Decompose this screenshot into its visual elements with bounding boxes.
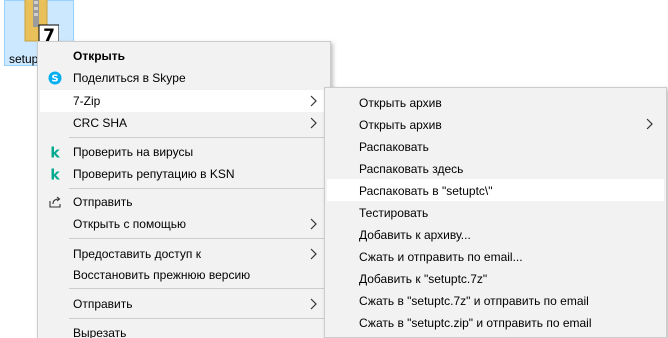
share-icon xyxy=(48,195,62,209)
menu-item-check-ksn[interactable]: k Проверить репутацию в KSN xyxy=(40,163,328,185)
submenu-item-extract-to-folder[interactable]: Распаковать в "setuptc\" xyxy=(327,179,664,201)
submenu-item-label: Распаковать здесь xyxy=(359,162,464,176)
context-menu: Открыть S Поделиться в Skype 7-Zip CRC S… xyxy=(37,41,331,338)
submenu-item-test[interactable]: Тестировать xyxy=(327,201,664,223)
skype-icon: S xyxy=(48,71,62,85)
menu-item-label: Поделиться в Skype xyxy=(73,71,186,85)
7zip-submenu: Открыть архив Открыть архив Распаковать … xyxy=(324,87,667,338)
menu-item-open-with[interactable]: Открыть с помощью xyxy=(40,213,328,235)
menu-item-label: Отправить xyxy=(73,195,133,209)
submenu-item-open-archive[interactable]: Открыть архив xyxy=(327,91,664,113)
submenu-item-open-archive-as[interactable]: Открыть архив xyxy=(327,113,664,135)
menu-item-label: CRC SHA xyxy=(73,116,128,130)
submenu-item-add-to-archive[interactable]: Добавить к архиву... xyxy=(327,223,664,245)
menu-separator xyxy=(69,137,328,138)
menu-item-share-skype[interactable]: S Поделиться в Skype xyxy=(40,67,328,89)
menu-item-share[interactable]: Отправить xyxy=(40,191,328,213)
submenu-item-label: Сжать и отправить по email... xyxy=(359,250,523,264)
menu-item-label: Отправить xyxy=(73,297,133,311)
submenu-item-label: Открыть архив xyxy=(359,118,442,132)
menu-item-label: Открыть с помощью xyxy=(73,217,187,231)
submenu-item-extract-here[interactable]: Распаковать здесь xyxy=(327,157,664,179)
submenu-item-compress-zip-email[interactable]: Сжать в "setuptc.zip" и отправить по ema… xyxy=(327,311,664,333)
submenu-item-label: Распаковать в "setuptc\" xyxy=(359,184,493,198)
menu-separator xyxy=(69,188,328,189)
chevron-right-icon xyxy=(310,248,317,260)
submenu-item-label: Добавить к архиву... xyxy=(359,228,471,242)
menu-separator xyxy=(69,288,328,289)
submenu-item-compress-7z-email[interactable]: Сжать в "setuptc.7z" и отправить по emai… xyxy=(327,289,664,311)
menu-item-give-access[interactable]: Предоставить доступ к xyxy=(40,243,328,265)
submenu-item-label: Тестировать xyxy=(359,206,429,220)
menu-item-label: Вырезать xyxy=(73,326,127,338)
menu-item-open[interactable]: Открыть xyxy=(40,45,328,67)
menu-item-label: Восстановить прежнюю версию xyxy=(73,268,251,282)
submenu-item-label: Распаковать xyxy=(359,140,429,154)
svg-text:S: S xyxy=(51,74,58,85)
menu-item-label: Проверить на вирусы xyxy=(73,145,194,159)
menu-separator xyxy=(69,318,328,319)
menu-item-restore-version[interactable]: Восстановить прежнюю версию xyxy=(40,264,328,286)
chevron-right-icon xyxy=(646,118,653,130)
menu-item-send-to[interactable]: Отправить xyxy=(40,293,328,315)
menu-item-label: Открыть xyxy=(73,49,126,63)
svg-text:k: k xyxy=(50,146,60,160)
kaspersky-icon: k xyxy=(48,145,62,160)
menu-item-label: 7-Zip xyxy=(73,94,101,108)
menu-item-cut[interactable]: Вырезать xyxy=(40,322,328,338)
chevron-right-icon xyxy=(310,95,317,107)
menu-item-scan-viruses[interactable]: k Проверить на вирусы xyxy=(40,141,328,163)
chevron-right-icon xyxy=(310,218,317,230)
zip-folder-icon: 7 xyxy=(24,0,59,46)
submenu-item-label: Открыть архив xyxy=(359,96,442,110)
submenu-item-label: Сжать в "setuptc.zip" и отправить по ema… xyxy=(359,316,592,330)
kaspersky-icon: k xyxy=(48,167,62,182)
submenu-item-compress-email[interactable]: Сжать и отправить по email... xyxy=(327,245,664,267)
menu-item-label: Предоставить доступ к xyxy=(73,247,201,261)
submenu-item-label: Сжать в "setuptc.7z" и отправить по emai… xyxy=(359,294,589,308)
menu-item-7zip[interactable]: 7-Zip xyxy=(40,90,328,112)
svg-text:k: k xyxy=(50,168,60,182)
menu-item-crc-sha[interactable]: CRC SHA xyxy=(40,112,328,134)
menu-item-label: Проверить репутацию в KSN xyxy=(73,167,235,181)
chevron-right-icon xyxy=(310,117,317,129)
chevron-right-icon xyxy=(310,298,317,310)
submenu-item-label: Добавить к "setuptc.7z" xyxy=(359,272,488,286)
file-label: setup xyxy=(9,52,39,66)
submenu-item-extract[interactable]: Распаковать xyxy=(327,135,664,157)
submenu-item-add-to-7z[interactable]: Добавить к "setuptc.7z" xyxy=(327,267,664,289)
menu-separator xyxy=(69,238,328,239)
